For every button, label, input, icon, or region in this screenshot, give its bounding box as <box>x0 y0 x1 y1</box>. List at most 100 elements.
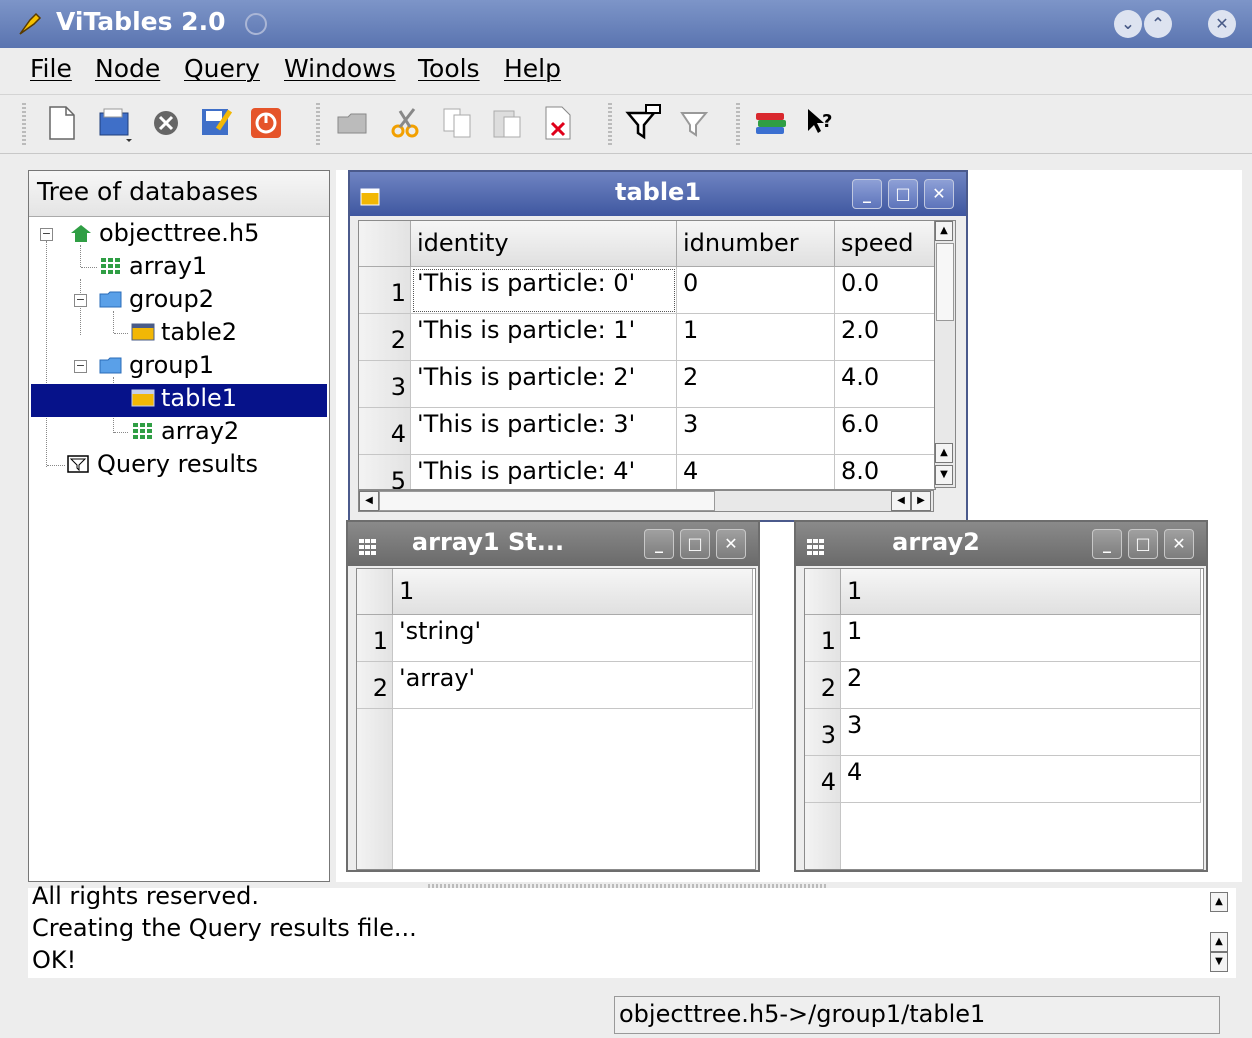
new-file-icon[interactable] <box>42 103 82 143</box>
collapse-toggle[interactable]: − <box>74 360 87 373</box>
maximize-subwindow-button[interactable]: □ <box>888 179 918 209</box>
corner-header[interactable] <box>359 221 411 267</box>
minimize-window-button[interactable]: ⌄ <box>1114 10 1142 38</box>
row-header[interactable]: 5 <box>359 455 411 489</box>
tree-item-query-results[interactable]: Query results <box>67 450 258 483</box>
array-cell[interactable]: 2 <box>841 662 1201 709</box>
scroll-up-button[interactable]: ▲ <box>935 221 953 241</box>
scroll-right-button[interactable]: ▶ <box>911 491 931 511</box>
scroll-down-button[interactable]: ▼ <box>935 465 953 485</box>
table-cell[interactable]: 6.0 <box>835 408 935 455</box>
column-header[interactable]: 1 <box>841 569 1201 615</box>
log-scrollbar[interactable]: ▲ ▲ ▼ <box>1210 890 1232 976</box>
scroll-up-button[interactable]: ▲ <box>1210 892 1228 912</box>
table-cell[interactable]: 'This is particle: 0' <box>411 267 677 314</box>
array-cell[interactable]: 4 <box>841 756 1201 803</box>
array2-window[interactable]: array2 _ □ ✕ 1 1 1 2 2 3 3 4 4 <box>794 520 1208 872</box>
array-cell[interactable]: 1 <box>841 615 1201 662</box>
logger-panel[interactable]: All rights reserved. Creating the Query … <box>28 882 1236 978</box>
collapse-toggle[interactable]: − <box>74 294 87 307</box>
table-cell[interactable]: 'This is particle: 1' <box>411 314 677 361</box>
table1-window[interactable]: table1 _ □ ✕ identity idnumber speed 1 '… <box>348 170 968 522</box>
column-header[interactable]: idnumber <box>677 221 835 267</box>
scrollbar-thumb[interactable] <box>936 243 954 321</box>
array1-window-titlebar[interactable]: array1 St... _ □ ✕ <box>348 522 758 566</box>
table1-grid[interactable]: identity idnumber speed 1 'This is parti… <box>358 220 936 490</box>
scrollbar-thumb[interactable] <box>379 491 715 511</box>
tree-item-group1[interactable]: group1 <box>99 351 214 384</box>
corner-header[interactable] <box>357 569 393 615</box>
menu-node[interactable]: Node <box>95 54 160 83</box>
scroll-up-button[interactable]: ▲ <box>1210 932 1228 952</box>
menu-query[interactable]: Query <box>184 54 260 83</box>
minimize-subwindow-button[interactable]: _ <box>1092 529 1122 559</box>
row-header[interactable]: 1 <box>357 615 393 662</box>
row-header[interactable]: 2 <box>805 662 841 709</box>
tree-item-objecttree[interactable]: objecttree.h5 <box>69 219 259 252</box>
maximize-window-button[interactable]: ⌃ <box>1144 10 1172 38</box>
row-header[interactable]: 2 <box>357 662 393 709</box>
paste-icon[interactable] <box>488 103 528 143</box>
sticky-pin-icon[interactable] <box>242 10 270 38</box>
table-cell[interactable]: 2 <box>677 361 835 408</box>
new-group-icon[interactable] <box>334 103 374 143</box>
cut-icon[interactable] <box>386 103 426 143</box>
table-cell[interactable]: 3 <box>677 408 835 455</box>
collapse-toggle[interactable]: − <box>40 228 53 241</box>
array-cell[interactable]: 'array' <box>393 662 753 709</box>
column-header[interactable]: identity <box>411 221 677 267</box>
column-header[interactable]: 1 <box>393 569 753 615</box>
horizontal-scrollbar[interactable]: ◀ ◀ ▶ <box>358 490 934 512</box>
array2-grid[interactable]: 1 1 1 2 2 3 3 4 4 <box>804 568 1204 870</box>
toolbar-handle[interactable] <box>22 103 26 147</box>
title-bar[interactable]: ViTables 2.0 ⌄ ⌃ ✕ <box>0 0 1252 48</box>
scroll-left-button[interactable]: ◀ <box>359 491 379 511</box>
save-as-icon[interactable] <box>196 103 236 143</box>
scroll-up-button[interactable]: ▲ <box>935 443 953 463</box>
column-header[interactable]: speed <box>835 221 935 267</box>
tables-help-icon[interactable] <box>752 103 792 143</box>
tree-item-array2[interactable]: array2 <box>131 417 239 450</box>
row-header[interactable]: 3 <box>359 361 411 408</box>
close-file-icon[interactable] <box>146 103 186 143</box>
menu-windows[interactable]: Windows <box>284 54 396 83</box>
minimize-subwindow-button[interactable]: _ <box>852 179 882 209</box>
array1-window[interactable]: array1 St... _ □ ✕ 1 1 'string' 2 'array… <box>346 520 760 872</box>
table-cell[interactable]: 0.0 <box>835 267 935 314</box>
table1-window-titlebar[interactable]: table1 _ □ ✕ <box>350 172 966 216</box>
menu-file[interactable]: File <box>30 54 72 83</box>
menu-tools[interactable]: Tools <box>418 54 480 83</box>
quit-icon[interactable] <box>246 103 286 143</box>
corner-header[interactable] <box>805 569 841 615</box>
array-cell[interactable]: 'string' <box>393 615 753 662</box>
query-icon[interactable] <box>624 103 664 143</box>
row-header[interactable]: 1 <box>359 267 411 314</box>
whats-this-icon[interactable]: ? <box>800 103 840 143</box>
close-subwindow-button[interactable]: ✕ <box>716 529 746 559</box>
table-cell[interactable]: 8.0 <box>835 455 935 489</box>
minimize-subwindow-button[interactable]: _ <box>644 529 674 559</box>
close-window-button[interactable]: ✕ <box>1208 10 1236 38</box>
table-cell[interactable]: 4.0 <box>835 361 935 408</box>
delete-query-icon[interactable] <box>676 103 716 143</box>
table-cell[interactable]: 2.0 <box>835 314 935 361</box>
copy-icon[interactable] <box>438 103 478 143</box>
row-header[interactable]: 1 <box>805 615 841 662</box>
table-cell[interactable]: 1 <box>677 314 835 361</box>
close-subwindow-button[interactable]: ✕ <box>1164 529 1194 559</box>
row-header[interactable]: 2 <box>359 314 411 361</box>
scroll-down-button[interactable]: ▼ <box>1210 952 1228 972</box>
table-cell[interactable]: 0 <box>677 267 835 314</box>
menu-help[interactable]: Help <box>504 54 561 83</box>
close-subwindow-button[interactable]: ✕ <box>924 179 954 209</box>
array-cell[interactable]: 3 <box>841 709 1201 756</box>
array1-grid[interactable]: 1 1 'string' 2 'array' <box>356 568 756 870</box>
row-header[interactable]: 3 <box>805 709 841 756</box>
tree-item-table1[interactable]: table1 <box>31 384 327 417</box>
maximize-subwindow-button[interactable]: □ <box>1128 529 1158 559</box>
maximize-subwindow-button[interactable]: □ <box>680 529 710 559</box>
vertical-scrollbar[interactable]: ▲ ▲ ▼ <box>934 220 956 488</box>
tree-item-group2[interactable]: group2 <box>99 285 214 318</box>
table-cell[interactable]: 'This is particle: 2' <box>411 361 677 408</box>
scroll-left-button[interactable]: ◀ <box>891 491 911 511</box>
